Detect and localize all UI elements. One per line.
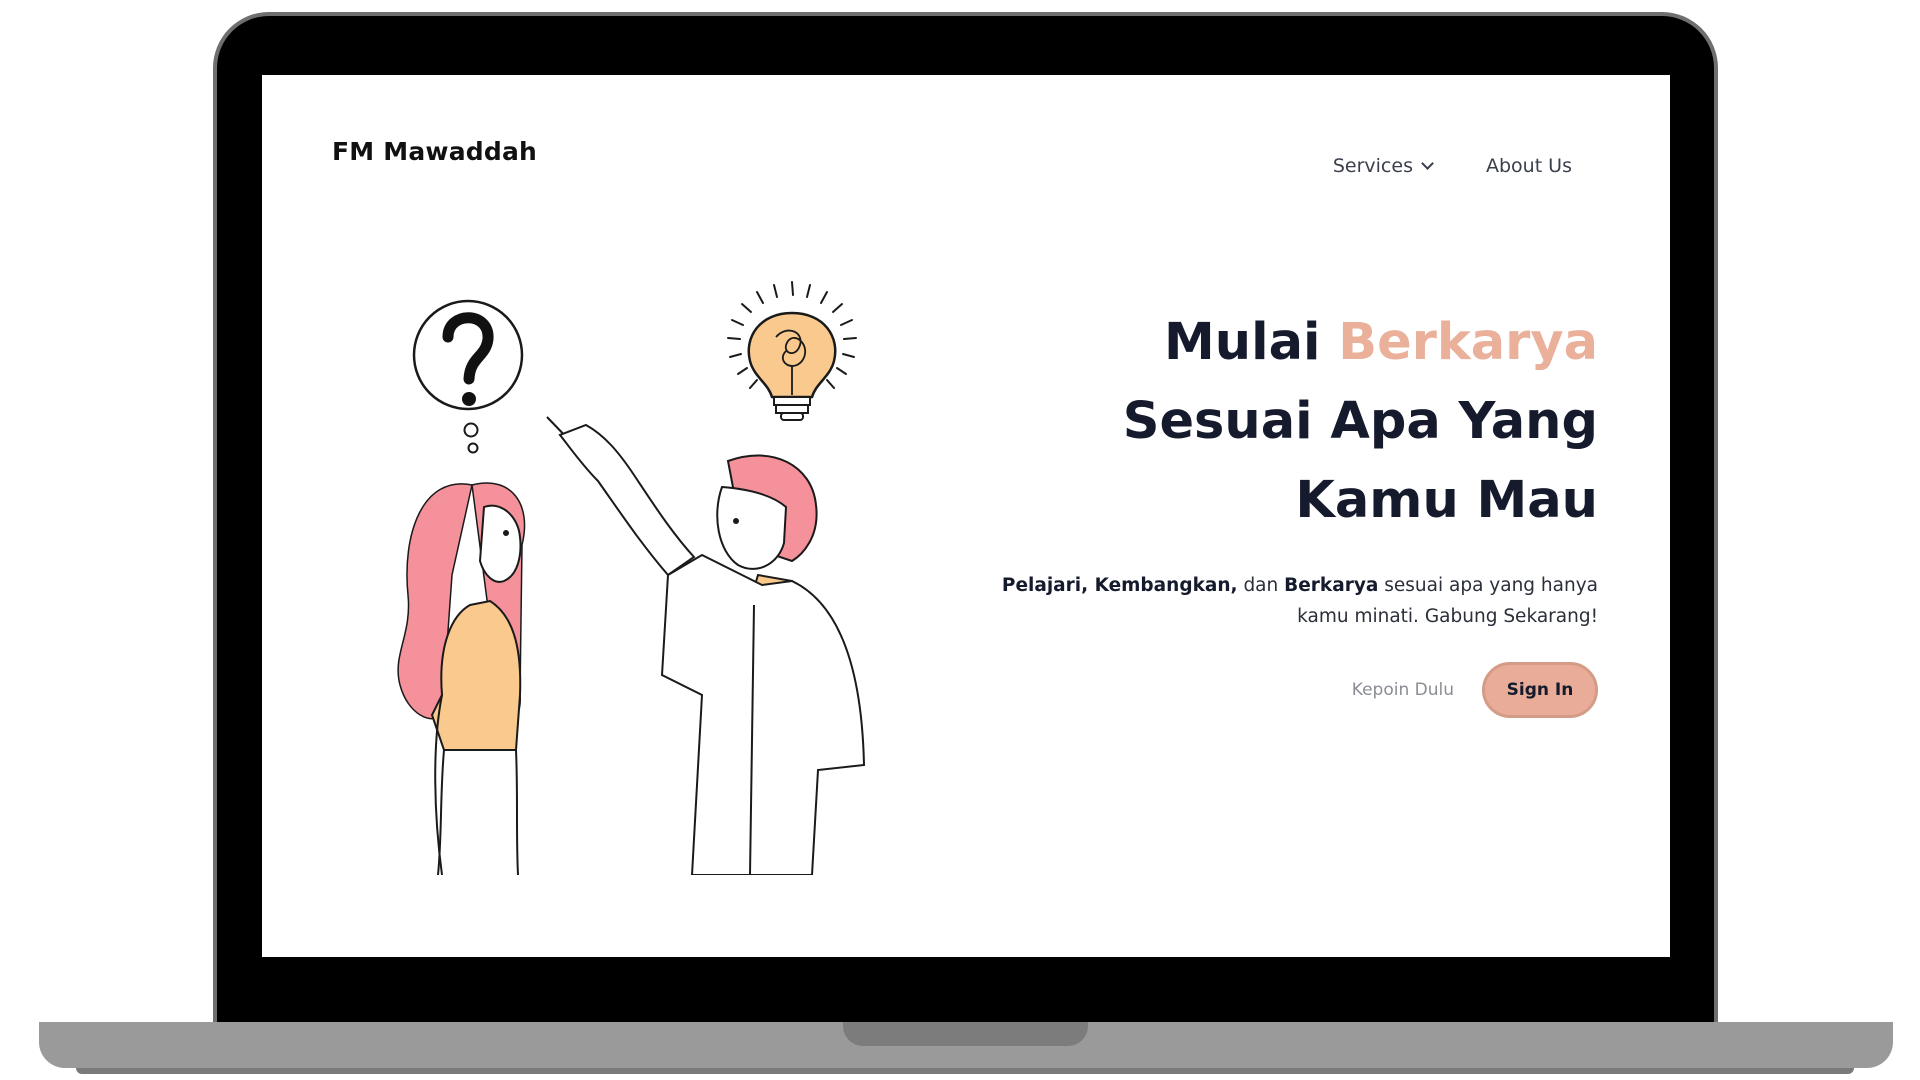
- nav-services-label: Services: [1332, 155, 1413, 177]
- chevron-down-icon: [1421, 157, 1434, 170]
- hero-illustration: [397, 281, 866, 875]
- hero-subtitle: Pelajari, Kembangkan, dan Berkarya sesua…: [878, 570, 1598, 632]
- kepoin-dulu-link[interactable]: Kepoin Dulu: [1352, 680, 1454, 700]
- cta-row: Kepoin Dulu Sign In: [878, 662, 1598, 718]
- hero-headline: Mulai Berkarya Sesuai Apa Yang Kamu Mau: [878, 303, 1598, 540]
- subtitle-bold-1: Pelajari, Kembangkan,: [1001, 575, 1238, 596]
- website-screen: FM Mawaddah Services About Us Mulai Berk…: [262, 75, 1670, 957]
- subtitle-line-2: kamu minati. Gabung Sekarang!: [1297, 606, 1598, 627]
- subtitle-text-2: sesuai apa yang hanya: [1378, 575, 1598, 596]
- laptop-notch: [843, 1022, 1088, 1046]
- nav-services[interactable]: Services: [1332, 155, 1434, 177]
- headline-accent-word: Berkarya: [1338, 313, 1598, 372]
- main-nav: Services About Us: [1333, 155, 1572, 177]
- subtitle-text-1: dan: [1237, 575, 1285, 596]
- girl-figure: [397, 482, 526, 875]
- brand-logo[interactable]: FM Mawaddah: [332, 137, 537, 166]
- question-mark-icon: [412, 299, 524, 454]
- laptop-base-shadow: [76, 1068, 1854, 1074]
- headline-line2: Sesuai Apa Yang: [1122, 392, 1598, 451]
- headline-line1-prefix: Mulai: [1164, 313, 1339, 372]
- nav-about-us[interactable]: About Us: [1486, 155, 1572, 177]
- hero-section: Mulai Berkarya Sesuai Apa Yang Kamu Mau …: [878, 303, 1598, 718]
- sign-in-button[interactable]: Sign In: [1482, 662, 1598, 718]
- lightbulb-icon: [727, 281, 857, 421]
- subtitle-bold-2: Berkarya: [1284, 575, 1379, 596]
- nav-about-us-label: About Us: [1485, 155, 1572, 177]
- boy-figure: [546, 416, 866, 875]
- headline-line3: Kamu Mau: [1295, 471, 1598, 530]
